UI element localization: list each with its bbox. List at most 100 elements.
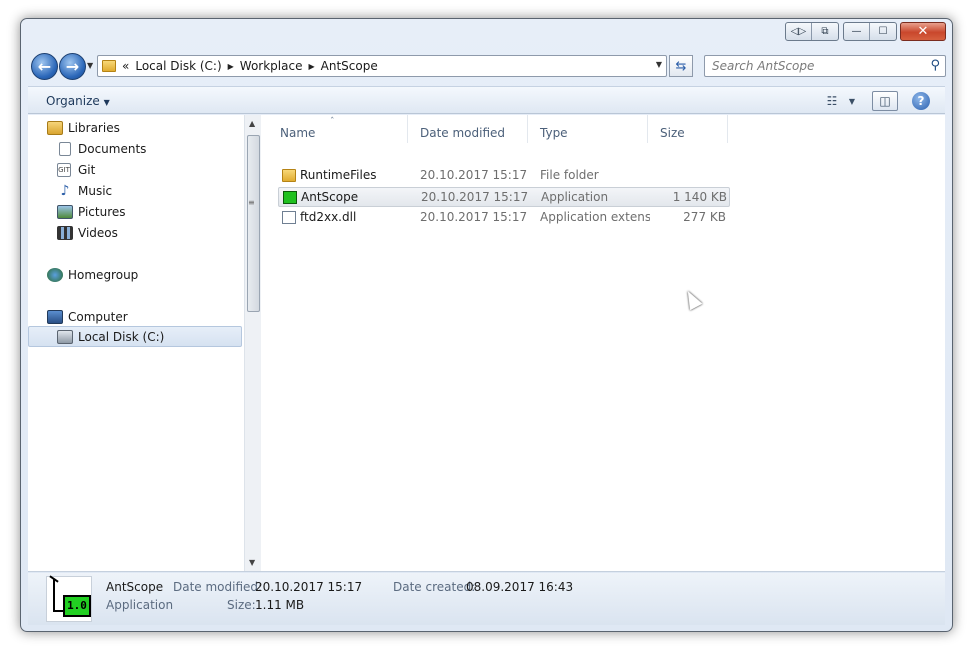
nav-item-label: Computer xyxy=(68,309,128,324)
arrow-right-icon: → xyxy=(65,57,80,76)
preview-pane-button[interactable]: ◫ xyxy=(872,91,898,111)
file-date: 20.10.2017 15:17 xyxy=(420,168,528,182)
maximize-button[interactable]: ☐ xyxy=(870,23,896,40)
search-icon[interactable]: ⚲ xyxy=(930,56,940,76)
file-date: 20.10.2017 15:17 xyxy=(420,210,528,224)
file-list: ˆ Name Date modified Type Size RuntimeFi… xyxy=(268,115,945,571)
details-pane: 1.0 AntScope Application Date modified: … xyxy=(28,573,945,625)
column-header-label: Date modified xyxy=(420,126,506,140)
scroll-down-icon[interactable]: ▼ xyxy=(249,558,255,567)
file-name: RuntimeFiles xyxy=(300,168,377,182)
navigation-pane: Libraries Documents GIT Git ♪ Music Pict… xyxy=(28,115,243,571)
view-options-icon[interactable]: ☷ xyxy=(822,91,842,111)
homegroup-icon xyxy=(47,267,63,282)
file-type: Application xyxy=(541,190,609,204)
file-type: File folder xyxy=(540,168,599,182)
breadcrumb-local-disk[interactable]: Local Disk (C:) xyxy=(135,59,221,73)
nav-item-label: Pictures xyxy=(78,204,126,219)
search-input[interactable]: Search AntScope ⚲ xyxy=(704,55,946,77)
address-row: ← → ▼ « Local Disk (C:) ▶ Workplace ▶ An… xyxy=(29,52,946,82)
column-header-date-modified[interactable]: Date modified xyxy=(408,115,528,143)
nav-item-libraries[interactable]: Libraries xyxy=(28,117,242,138)
recent-pages-chevron-down-icon[interactable]: ▼ xyxy=(87,61,93,70)
nav-item-computer[interactable]: Computer xyxy=(28,306,242,327)
breadcrumb-workplace[interactable]: Workplace xyxy=(240,59,303,73)
nav-item-local-disk[interactable]: Local Disk (C:) xyxy=(28,326,242,347)
forward-button[interactable]: → xyxy=(59,53,86,80)
details-date-created-value: 08.09.2017 16:43 xyxy=(466,580,574,594)
file-size: 1 140 KB xyxy=(672,190,727,204)
arrow-left-icon: ← xyxy=(37,57,52,76)
back-button[interactable]: ← xyxy=(31,53,58,80)
music-icon: ♪ xyxy=(60,182,70,199)
details-size-label: Size: xyxy=(227,598,256,612)
column-header-name[interactable]: ˆ Name xyxy=(268,115,408,143)
column-header-type[interactable]: Type xyxy=(528,115,648,143)
grip-icon: ≡ xyxy=(248,198,255,207)
organize-label: Organize xyxy=(46,94,100,108)
command-bar: Organize ▼ ☷ ▼ ◫ ? xyxy=(28,86,945,114)
title-bar: ◁▷ ⧉ — ☐ ✕ xyxy=(21,19,952,49)
help-button[interactable]: ? xyxy=(912,92,930,110)
explorer-window: ◁▷ ⧉ — ☐ ✕ ← → ▼ « Local Disk (C:) ▶ Wor… xyxy=(20,18,953,632)
details-size-value: 1.11 MB xyxy=(255,598,305,612)
chevron-down-icon: ▼ xyxy=(103,98,110,107)
library-icon xyxy=(47,120,63,135)
nav-item-music[interactable]: ♪ Music xyxy=(28,180,242,201)
nav-item-label: Local Disk (C:) xyxy=(78,329,165,344)
refresh-icon: ⇆ xyxy=(675,58,687,74)
nav-item-homegroup[interactable]: Homegroup xyxy=(28,264,242,285)
column-header-label: Type xyxy=(540,126,568,140)
navigation-scrollbar[interactable]: ▲ ≡ ▼ xyxy=(244,115,261,571)
file-row-antscope[interactable]: AntScope 20.10.2017 15:17 Application 1 … xyxy=(278,187,730,207)
breadcrumb-antscope[interactable]: AntScope xyxy=(321,59,378,73)
sort-ascending-icon: ˆ xyxy=(330,117,335,127)
search-placeholder: Search AntScope xyxy=(712,59,815,73)
thumbnail-screen: 1.0 xyxy=(63,595,91,617)
computer-icon xyxy=(47,309,63,324)
minimize-button[interactable]: — xyxy=(844,23,870,40)
close-button[interactable]: ✕ xyxy=(900,22,946,41)
scroll-up-icon[interactable]: ▲ xyxy=(249,119,255,128)
scrollbar-thumb[interactable] xyxy=(247,135,260,312)
view-chevron-down-icon[interactable]: ▼ xyxy=(846,91,858,111)
column-header-size[interactable]: Size xyxy=(648,115,728,143)
address-chevron-down-icon[interactable]: ▼ xyxy=(656,60,662,69)
videos-icon xyxy=(57,225,73,240)
nav-item-pictures[interactable]: Pictures xyxy=(28,201,242,222)
breadcrumb-overflow[interactable]: « xyxy=(122,59,129,73)
file-thumbnail-icon: 1.0 xyxy=(46,575,92,622)
address-bar[interactable]: « Local Disk (C:) ▶ Workplace ▶ AntScope… xyxy=(97,55,667,77)
nav-item-git[interactable]: GIT Git xyxy=(28,159,242,180)
dock-icon[interactable]: ◁▷ xyxy=(786,23,812,40)
column-header-label: Size xyxy=(660,126,685,140)
refresh-button[interactable]: ⇆ xyxy=(669,55,693,77)
file-row-runtimefiles[interactable]: RuntimeFiles 20.10.2017 15:17 File folde… xyxy=(278,166,730,186)
details-date-modified-label: Date modified: xyxy=(173,580,263,594)
nav-item-videos[interactable]: Videos xyxy=(28,222,242,243)
file-row-ftd2xx-dll[interactable]: ftd2xx.dll 20.10.2017 15:17 Application … xyxy=(278,208,730,228)
nav-item-label: Homegroup xyxy=(68,267,139,282)
file-name: AntScope xyxy=(301,190,359,204)
dll-icon xyxy=(282,211,296,224)
nav-item-label: Music xyxy=(78,183,113,198)
pictures-icon xyxy=(57,204,73,219)
window-controls: — ☐ xyxy=(843,22,897,41)
nav-item-label: Videos xyxy=(78,225,118,240)
application-icon xyxy=(283,191,297,204)
preview-pane-icon: ◫ xyxy=(879,94,891,108)
organize-menu[interactable]: Organize ▼ xyxy=(46,94,110,108)
main-area: Libraries Documents GIT Git ♪ Music Pict… xyxy=(28,115,945,572)
file-size: 277 KB xyxy=(683,210,726,224)
pin-icon[interactable]: ⧉ xyxy=(812,23,838,40)
folder-icon xyxy=(282,169,296,182)
antenna-mast xyxy=(53,579,55,611)
git-icon: GIT xyxy=(57,162,71,177)
extra-caption-buttons: ◁▷ ⧉ xyxy=(785,22,839,41)
chevron-right-icon[interactable]: ▶ xyxy=(308,62,314,71)
file-name: ftd2xx.dll xyxy=(300,210,357,224)
chevron-right-icon[interactable]: ▶ xyxy=(228,62,234,71)
nav-item-label: Documents xyxy=(78,141,147,156)
mouse-cursor-icon xyxy=(681,287,703,311)
nav-item-documents[interactable]: Documents xyxy=(28,138,242,159)
